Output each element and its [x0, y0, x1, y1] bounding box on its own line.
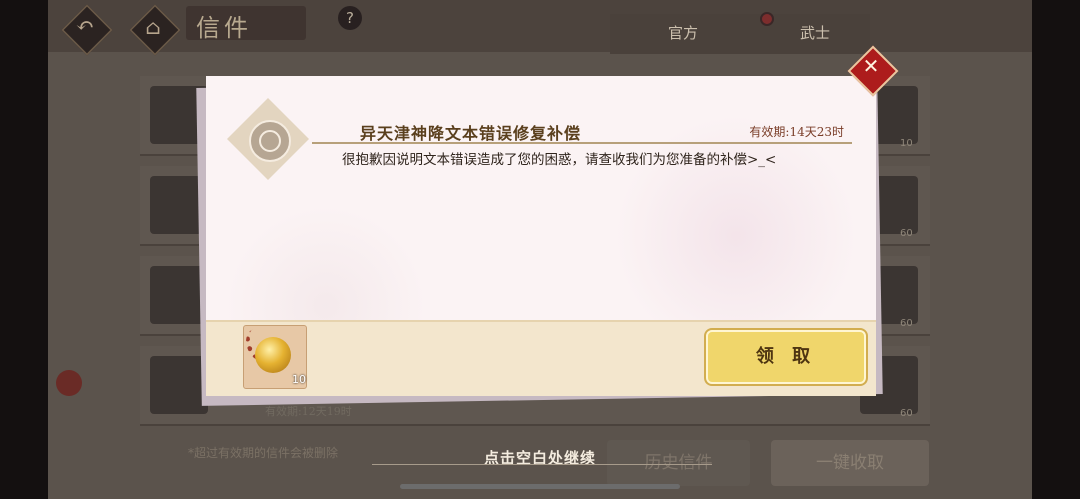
golden-bell-icon — [255, 337, 291, 373]
right-border — [1032, 0, 1080, 499]
mail-title: 异天津神降文本错误修复补偿 — [360, 124, 582, 143]
claim-button[interactable]: 领 取 — [706, 330, 866, 384]
help-icon[interactable]: ? — [338, 6, 362, 30]
flower-decoration-icon — [56, 370, 82, 396]
page-title: 信件 — [196, 14, 252, 42]
mail-expiry: 有效期:14天23时 — [749, 125, 844, 139]
tab-official[interactable]: 官方 — [668, 22, 698, 43]
close-button[interactable]: ✕ — [847, 45, 899, 97]
mail-dialog: 异天津神降文本错误修复补偿 有效期:14天23时 很抱歉因说明文本错误造成了您的… — [206, 76, 876, 396]
tab-bar — [610, 14, 870, 54]
crest-inner-ring — [259, 130, 281, 152]
reward-count: 60 — [900, 408, 913, 419]
list-item-expiry: 有效期:12天19时 — [265, 405, 352, 418]
continue-hint-underline — [372, 464, 712, 465]
notification-dot — [760, 12, 774, 26]
left-border — [0, 0, 48, 499]
reward-count: 60 — [900, 318, 913, 329]
back-arrow-icon: ↶ — [75, 14, 95, 39]
mail-body-text: 很抱歉因说明文本错误造成了您的困惑，请查收我们为您准备的补偿>_< — [342, 152, 777, 168]
home-icon: ⌂ — [145, 15, 161, 39]
mail-icon — [150, 356, 208, 414]
reward-count: 60 — [900, 228, 913, 239]
close-icon: ✕ — [862, 54, 880, 78]
tab-samurai[interactable]: 武士 — [800, 22, 830, 43]
reward-item-count: 10 — [292, 373, 306, 386]
home-indicator[interactable] — [400, 484, 680, 489]
reward-count: 10 — [900, 138, 913, 149]
